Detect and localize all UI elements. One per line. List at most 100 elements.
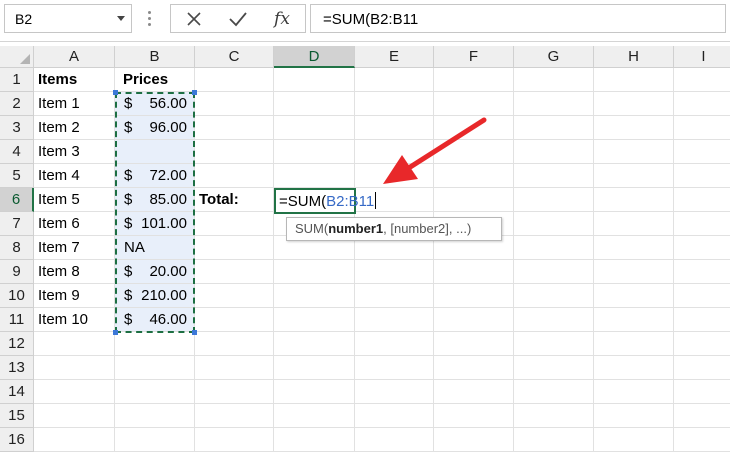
cell-i10[interactable]: [674, 284, 730, 308]
cell-c4[interactable]: [195, 140, 274, 164]
cell-h2[interactable]: [594, 92, 674, 116]
cell-a4[interactable]: Item 3: [34, 140, 115, 164]
cell-i4[interactable]: [674, 140, 730, 164]
cell-h16[interactable]: [594, 428, 674, 452]
cell-c5[interactable]: [195, 164, 274, 188]
cell-d4[interactable]: [274, 140, 355, 164]
cell-c11[interactable]: [195, 308, 274, 332]
cell-h13[interactable]: [594, 356, 674, 380]
cell-g2[interactable]: [514, 92, 594, 116]
cell-h12[interactable]: [594, 332, 674, 356]
row-header-7[interactable]: 7: [0, 212, 34, 236]
cell-e1[interactable]: [355, 68, 434, 92]
cell-g10[interactable]: [514, 284, 594, 308]
tooltip-arg-current[interactable]: number1: [328, 221, 383, 236]
cell-a15[interactable]: [34, 404, 115, 428]
cell-g4[interactable]: [514, 140, 594, 164]
cell-f14[interactable]: [434, 380, 514, 404]
cell-e16[interactable]: [355, 428, 434, 452]
cell-i11[interactable]: [674, 308, 730, 332]
cell-d3[interactable]: [274, 116, 355, 140]
cell-d14[interactable]: [274, 380, 355, 404]
cell-c2[interactable]: [195, 92, 274, 116]
cell-h10[interactable]: [594, 284, 674, 308]
column-header-c[interactable]: C: [195, 46, 274, 68]
cell-a10[interactable]: Item 9: [34, 284, 115, 308]
cell-b3[interactable]: $96.00: [115, 116, 195, 140]
row-header-5[interactable]: 5: [0, 164, 34, 188]
cell-i9[interactable]: [674, 260, 730, 284]
row-header-16[interactable]: 16: [0, 428, 34, 452]
cell-a7[interactable]: Item 6: [34, 212, 115, 236]
cell-h15[interactable]: [594, 404, 674, 428]
cell-g13[interactable]: [514, 356, 594, 380]
cell-c1[interactable]: [195, 68, 274, 92]
cell-g9[interactable]: [514, 260, 594, 284]
cell-d16[interactable]: [274, 428, 355, 452]
cell-h6[interactable]: [594, 188, 674, 212]
cell-f1[interactable]: [434, 68, 514, 92]
cell-g5[interactable]: [514, 164, 594, 188]
cell-e13[interactable]: [355, 356, 434, 380]
cell-d5[interactable]: [274, 164, 355, 188]
select-all-button[interactable]: [0, 46, 34, 68]
drag-handle-icon[interactable]: [148, 11, 152, 27]
column-header-i[interactable]: I: [674, 46, 730, 68]
cell-f10[interactable]: [434, 284, 514, 308]
cell-a11[interactable]: Item 10: [34, 308, 115, 332]
cell-f6[interactable]: [434, 188, 514, 212]
cell-e14[interactable]: [355, 380, 434, 404]
cell-c8[interactable]: [195, 236, 274, 260]
row-header-3[interactable]: 3: [0, 116, 34, 140]
row-header-15[interactable]: 15: [0, 404, 34, 428]
enter-button[interactable]: [223, 7, 253, 31]
cell-h11[interactable]: [594, 308, 674, 332]
cell-b14[interactable]: [115, 380, 195, 404]
cell-g11[interactable]: [514, 308, 594, 332]
row-header-4[interactable]: 4: [0, 140, 34, 164]
cell-e9[interactable]: [355, 260, 434, 284]
cell-a6[interactable]: Item 5: [34, 188, 115, 212]
cell-c14[interactable]: [195, 380, 274, 404]
function-tooltip[interactable]: SUM(number1, [number2], ...): [286, 217, 502, 241]
cell-c6[interactable]: Total:: [195, 188, 274, 212]
cell-h3[interactable]: [594, 116, 674, 140]
cell-a5[interactable]: Item 4: [34, 164, 115, 188]
cell-g16[interactable]: [514, 428, 594, 452]
cell-i3[interactable]: [674, 116, 730, 140]
cell-i2[interactable]: [674, 92, 730, 116]
cell-a16[interactable]: [34, 428, 115, 452]
column-header-a[interactable]: A: [34, 46, 115, 68]
cell-b1[interactable]: Prices: [115, 68, 195, 92]
cell-b2[interactable]: $56.00: [115, 92, 195, 116]
cell-d12[interactable]: [274, 332, 355, 356]
cell-h4[interactable]: [594, 140, 674, 164]
cell-i7[interactable]: [674, 212, 730, 236]
cell-a1[interactable]: Items: [34, 68, 115, 92]
cell-f12[interactable]: [434, 332, 514, 356]
cell-h1[interactable]: [594, 68, 674, 92]
row-header-11[interactable]: 11: [0, 308, 34, 332]
cell-f15[interactable]: [434, 404, 514, 428]
cell-b8[interactable]: NA: [115, 236, 195, 260]
cell-h9[interactable]: [594, 260, 674, 284]
row-header-14[interactable]: 14: [0, 380, 34, 404]
cell-g15[interactable]: [514, 404, 594, 428]
cell-i16[interactable]: [674, 428, 730, 452]
cell-f11[interactable]: [434, 308, 514, 332]
cell-h7[interactable]: [594, 212, 674, 236]
cell-g1[interactable]: [514, 68, 594, 92]
cell-e10[interactable]: [355, 284, 434, 308]
column-header-g[interactable]: G: [514, 46, 594, 68]
cell-b15[interactable]: [115, 404, 195, 428]
row-header-10[interactable]: 10: [0, 284, 34, 308]
cell-i5[interactable]: [674, 164, 730, 188]
cell-f5[interactable]: [434, 164, 514, 188]
cell-a3[interactable]: Item 2: [34, 116, 115, 140]
cell-i15[interactable]: [674, 404, 730, 428]
cell-e12[interactable]: [355, 332, 434, 356]
cell-d1[interactable]: [274, 68, 355, 92]
cell-d13[interactable]: [274, 356, 355, 380]
cell-f2[interactable]: [434, 92, 514, 116]
cell-b11[interactable]: $46.00: [115, 308, 195, 332]
